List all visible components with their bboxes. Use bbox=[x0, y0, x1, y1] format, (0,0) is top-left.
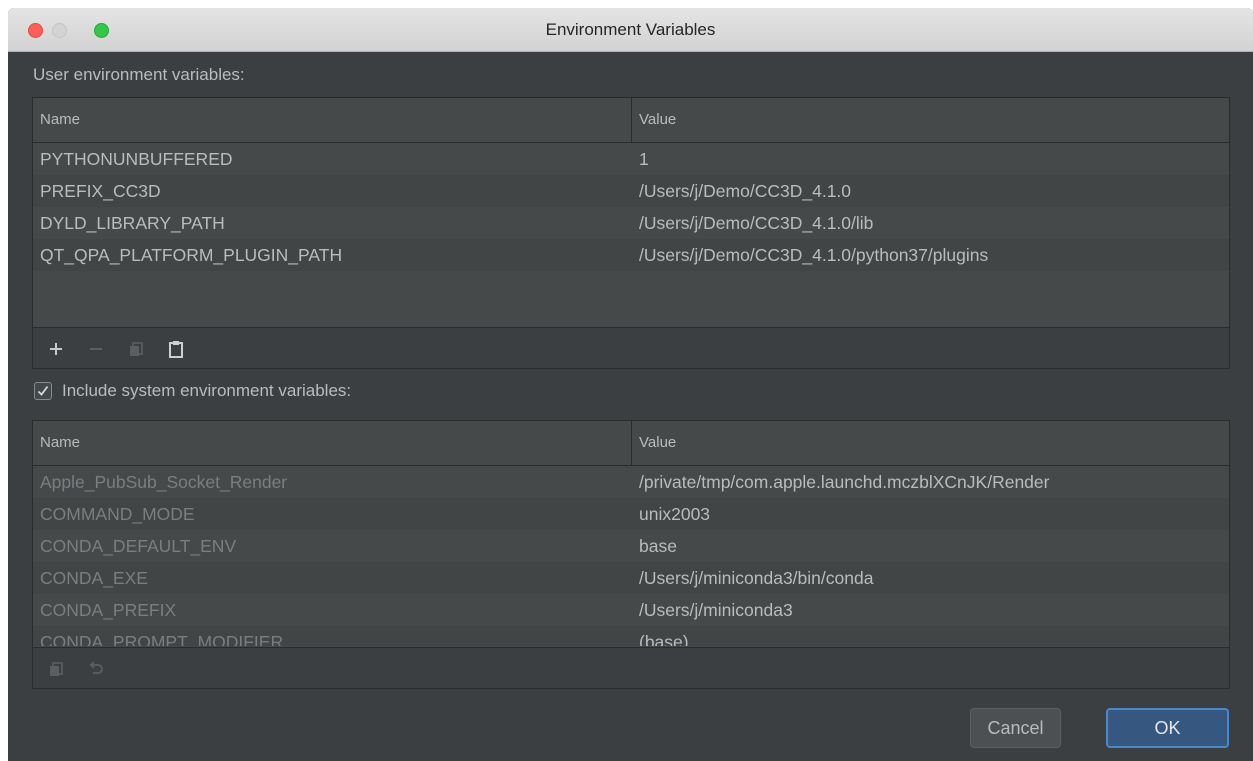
user-env-table: Name Value PYTHONUNBUFFERED 1 PREFIX_CC3D /… bbox=[32, 97, 1230, 369]
column-header-value[interactable]: Value bbox=[632, 98, 676, 142]
variable-name[interactable]: PREFIX_CC3D bbox=[33, 181, 632, 202]
undo-icon[interactable] bbox=[83, 656, 109, 682]
table-row[interactable]: Apple_PubSub_Socket_Render/private/tmp/c… bbox=[33, 466, 1229, 498]
table-row[interactable]: DYLD_LIBRARY_PATH/Users/j/Demo/CC3D_4.1.… bbox=[33, 207, 1229, 239]
variable-value[interactable]: /private/tmp/com.apple.launchd.mczblXCnJ… bbox=[632, 472, 1049, 493]
user-env-label: User environment variables: bbox=[33, 65, 245, 84]
window-title: Environment Variables bbox=[545, 20, 716, 39]
variable-value[interactable]: /Users/j/Demo/CC3D_4.1.0/python37/plugin… bbox=[632, 245, 988, 266]
add-icon[interactable] bbox=[43, 336, 69, 362]
include-system-vars-checkbox[interactable] bbox=[34, 382, 52, 400]
variable-name[interactable]: CONDA_PROMPT_MODIFIER bbox=[33, 632, 632, 647]
copy-icon[interactable] bbox=[123, 336, 149, 362]
cancel-button[interactable]: Cancel bbox=[970, 708, 1061, 748]
table-row[interactable]: CONDA_DEFAULT_ENV base bbox=[33, 530, 1229, 562]
environment-variables-dialog: Environment Variables User environment v… bbox=[8, 8, 1253, 761]
remove-icon[interactable] bbox=[83, 336, 109, 362]
table-row[interactable]: CONDA_PREFIX/Users/j/miniconda3 bbox=[33, 594, 1229, 626]
variable-value[interactable]: /Users/j/miniconda3/bin/conda bbox=[632, 568, 873, 589]
variable-value[interactable]: base bbox=[632, 536, 677, 557]
table-row[interactable]: COMMAND_MODE unix2003 bbox=[33, 498, 1229, 530]
column-header-name[interactable]: Name bbox=[33, 421, 632, 465]
include-system-vars-label: Include system environment variables: bbox=[62, 381, 352, 400]
variable-name[interactable]: CONDA_DEFAULT_ENV bbox=[33, 536, 632, 557]
table-row[interactable]: QT_QPA_PLATFORM_PLUGIN_PATH/Users/j/Demo… bbox=[33, 239, 1229, 271]
paste-icon[interactable] bbox=[163, 336, 189, 362]
table-row[interactable]: CONDA_PROMPT_MODIFIER (base) bbox=[33, 626, 1229, 646]
include-system-vars-row[interactable]: Include system environment variables: bbox=[34, 381, 351, 401]
variable-name[interactable]: CONDA_EXE bbox=[33, 568, 632, 589]
title-bar: Environment Variables bbox=[8, 8, 1253, 52]
variable-name[interactable]: PYTHONUNBUFFERED bbox=[33, 149, 632, 170]
system-env-toolbar bbox=[33, 647, 1229, 688]
variable-name[interactable]: COMMAND_MODE bbox=[33, 504, 632, 525]
user-env-rows: PYTHONUNBUFFERED 1 PREFIX_CC3D/Users/j/Dem… bbox=[33, 143, 1229, 271]
variable-name[interactable]: Apple_PubSub_Socket_Render bbox=[33, 472, 632, 493]
variable-name[interactable]: QT_QPA_PLATFORM_PLUGIN_PATH bbox=[33, 245, 632, 266]
variable-value[interactable]: /Users/j/Demo/CC3D_4.1.0/lib bbox=[632, 213, 873, 234]
variable-value[interactable]: 1 bbox=[632, 149, 649, 170]
user-env-toolbar bbox=[33, 327, 1229, 368]
variable-value[interactable]: /Users/j/miniconda3 bbox=[632, 600, 793, 621]
variable-value[interactable]: /Users/j/Demo/CC3D_4.1.0 bbox=[632, 181, 851, 202]
variable-name[interactable]: CONDA_PREFIX bbox=[33, 600, 632, 621]
variable-value[interactable]: unix2003 bbox=[632, 504, 710, 525]
table-header: Name Value bbox=[33, 421, 1229, 466]
table-header: Name Value bbox=[33, 98, 1229, 143]
copy-icon[interactable] bbox=[43, 656, 69, 682]
table-row[interactable]: PYTHONUNBUFFERED 1 bbox=[33, 143, 1229, 175]
variable-name[interactable]: DYLD_LIBRARY_PATH bbox=[33, 213, 632, 234]
column-header-name[interactable]: Name bbox=[33, 98, 632, 142]
system-env-table: Name Value Apple_PubSub_Socket_Render/pr… bbox=[32, 420, 1230, 689]
system-env-rows: Apple_PubSub_Socket_Render/private/tmp/c… bbox=[33, 466, 1229, 646]
column-header-value[interactable]: Value bbox=[632, 421, 676, 465]
ok-button[interactable]: OK bbox=[1106, 708, 1229, 748]
table-row[interactable]: PREFIX_CC3D/Users/j/Demo/CC3D_4.1.0 bbox=[33, 175, 1229, 207]
table-row[interactable]: CONDA_EXE/Users/j/miniconda3/bin/conda bbox=[33, 562, 1229, 594]
variable-value[interactable]: (base) bbox=[632, 632, 689, 647]
